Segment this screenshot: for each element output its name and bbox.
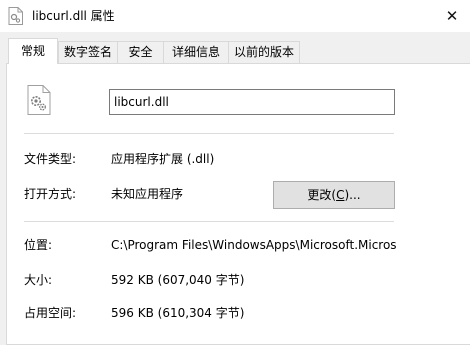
location-label: 位置: <box>24 238 53 252</box>
location-value: C:\Program Files\WindowsApps\Microsoft.M… <box>111 238 397 252</box>
change-button[interactable]: 更改(C)... <box>273 181 395 209</box>
tab-general[interactable]: 常规 <box>8 38 58 64</box>
window-title: libcurl.dll 属性 <box>32 9 115 23</box>
close-button[interactable]: ✕ <box>438 4 466 28</box>
dll-gear-icon <box>27 85 51 115</box>
dll-file-icon <box>8 7 23 25</box>
tab-strip: 常规 数字签名 安全 详细信息 以前的版本 <box>0 36 470 66</box>
tab-previous-versions[interactable]: 以前的版本 <box>228 41 300 63</box>
size-on-disk-value: 596 KB (610,304 字节) <box>111 306 245 320</box>
size-on-disk-label: 占用空间: <box>24 306 77 320</box>
file-type-value: 应用程序扩展 (.dll) <box>111 152 215 166</box>
separator <box>24 221 394 222</box>
filename-field[interactable]: libcurl.dll <box>109 89 395 115</box>
tab-details[interactable]: 详细信息 <box>163 41 229 63</box>
close-icon: ✕ <box>445 7 459 25</box>
opens-with-value: 未知应用程序 <box>111 187 184 201</box>
title-bar: libcurl.dll 属性 ✕ <box>0 0 470 32</box>
size-label: 大小: <box>24 273 53 287</box>
separator <box>24 133 394 134</box>
opens-with-label: 打开方式: <box>24 187 77 201</box>
tab-security[interactable]: 安全 <box>117 41 164 63</box>
size-value: 592 KB (607,040 字节) <box>111 273 245 287</box>
tab-digital-signatures[interactable]: 数字签名 <box>58 41 118 63</box>
file-type-label: 文件类型: <box>24 152 77 166</box>
